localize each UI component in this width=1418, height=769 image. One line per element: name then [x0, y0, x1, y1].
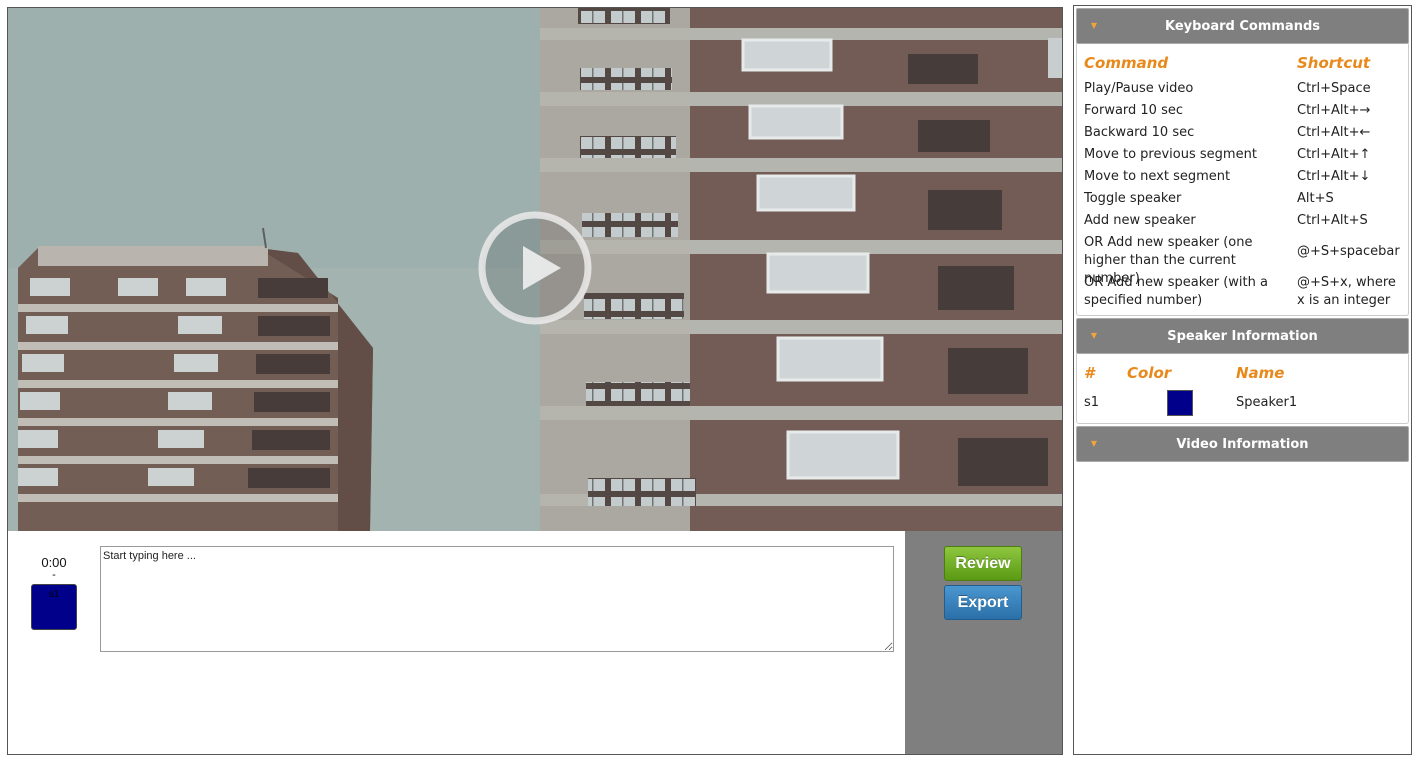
command-shortcut: Ctrl+Alt+↓	[1297, 169, 1371, 184]
shortcut-column-header: Shortcut	[1297, 54, 1371, 72]
keyboard-commands-table: Command Shortcut Play/Pause video Ctrl+S…	[1076, 44, 1409, 316]
command-name: Move to previous segment	[1084, 147, 1257, 162]
command-name: OR Add new speaker (with a specified num…	[1084, 275, 1268, 308]
segment-timestamp: 0:00	[41, 555, 67, 570]
keyboard-commands-header[interactable]: ▼ Keyboard Commands	[1076, 8, 1409, 44]
command-shortcut: Ctrl+Alt+→	[1297, 103, 1371, 118]
command-shortcut: Ctrl+Alt+←	[1297, 125, 1371, 140]
transcript-segment: 0:00 - s1	[8, 531, 905, 754]
video-information-header[interactable]: ▼ Video Information	[1076, 426, 1409, 462]
collapse-arrow-icon: ▼	[1090, 439, 1098, 448]
command-column-header: Command	[1084, 54, 1169, 72]
play-icon	[478, 211, 592, 325]
side-panel: ▼ Keyboard Commands Command Shortcut Pla…	[1073, 5, 1412, 755]
keyboard-commands-title: Keyboard Commands	[1164, 19, 1321, 34]
video-player[interactable]	[8, 8, 1062, 531]
command-shortcut: @+S+x, where x is an integer	[1297, 275, 1396, 308]
speaker-number-header: #	[1084, 364, 1095, 382]
export-button[interactable]: Export	[944, 585, 1022, 620]
transcript-input[interactable]	[100, 546, 894, 652]
command-shortcut: Ctrl+Space	[1297, 81, 1371, 96]
action-button-column: Review Export	[905, 531, 1062, 754]
command-shortcut: Ctrl+Alt+S	[1297, 213, 1368, 228]
command-name: Add new speaker	[1084, 213, 1196, 228]
speaker-color-header: Color	[1127, 364, 1172, 382]
speaker-information-header[interactable]: ▼ Speaker Information	[1076, 318, 1409, 354]
collapse-arrow-icon: ▼	[1090, 331, 1098, 340]
command-shortcut: @+S+spacebar	[1297, 244, 1400, 259]
command-name: Play/Pause video	[1084, 81, 1194, 96]
segment-speaker-button[interactable]: s1	[31, 584, 77, 630]
review-button[interactable]: Review	[944, 546, 1022, 581]
command-shortcut: Alt+S	[1297, 191, 1334, 206]
transcription-workspace: 0:00 - s1 Review Export	[7, 7, 1063, 755]
segment-speaker-label: s1	[48, 589, 60, 600]
command-name: Move to next segment	[1084, 169, 1231, 184]
speaker-name[interactable]: Speaker1	[1236, 395, 1297, 410]
speaker-information-table: # Color Name s1 Speaker1	[1076, 354, 1409, 424]
video-information-title: Video Information	[1176, 437, 1309, 452]
speaker-name-header: Name	[1236, 364, 1285, 382]
play-button[interactable]	[477, 210, 593, 326]
command-name: Backward 10 sec	[1084, 125, 1195, 140]
command-shortcut: Ctrl+Alt+↑	[1297, 147, 1371, 162]
command-name: Forward 10 sec	[1084, 103, 1184, 118]
command-name: Toggle speaker	[1084, 191, 1182, 206]
speaker-information-title: Speaker Information	[1167, 329, 1318, 344]
segment-separator: -	[52, 569, 56, 581]
speaker-color-swatch[interactable]	[1167, 390, 1193, 416]
speaker-id: s1	[1084, 395, 1100, 410]
collapse-arrow-icon: ▼	[1090, 21, 1098, 30]
